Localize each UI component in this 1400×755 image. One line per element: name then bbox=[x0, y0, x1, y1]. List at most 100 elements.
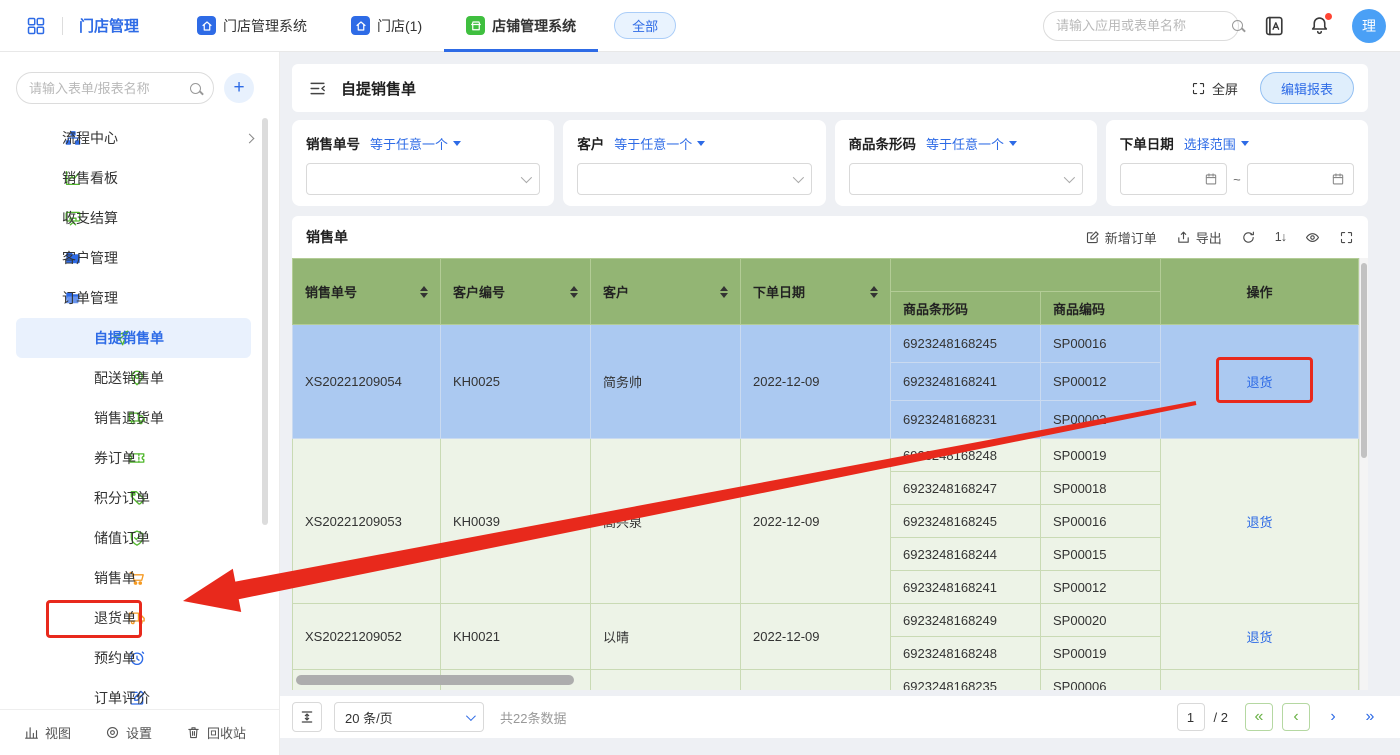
tab-shop-mgmt-system-active[interactable]: 店铺管理系统 bbox=[444, 0, 598, 52]
col-header-sku[interactable]: 商品编码 bbox=[1041, 292, 1161, 325]
views-button[interactable]: 视图 bbox=[24, 723, 71, 742]
return-goods-link[interactable]: 退货 bbox=[1246, 630, 1272, 645]
filter-operator-dropdown[interactable]: 等于任意一个 bbox=[926, 134, 1017, 153]
sidebar-item-reservation-order[interactable]: 预约单 bbox=[0, 638, 279, 678]
sidebar-item-settlement[interactable]: 收支结算 bbox=[0, 198, 279, 238]
sort-icon[interactable] bbox=[420, 286, 428, 298]
sidebar-item-stored-value-order[interactable]: 储值订单 bbox=[0, 518, 279, 558]
home-icon bbox=[197, 16, 216, 35]
cell-order-date: 2022-12-09 bbox=[741, 604, 891, 670]
search-icon bbox=[1232, 20, 1243, 31]
cell-sku: SP00016 bbox=[1041, 505, 1161, 538]
sort-order-icon[interactable]: 1↓ bbox=[1275, 230, 1286, 244]
sidebar-item-process-center[interactable]: 流程中心 bbox=[0, 118, 279, 158]
sidebar-scrollbar[interactable] bbox=[262, 118, 268, 525]
tab-store-mgmt-system[interactable]: 门店管理系统 bbox=[175, 0, 329, 52]
settings-button[interactable]: 设置 bbox=[105, 723, 152, 742]
form-search[interactable] bbox=[16, 72, 214, 104]
first-page-button[interactable]: « bbox=[1245, 703, 1273, 731]
filter-order-no-select[interactable] bbox=[306, 163, 540, 195]
current-page-input[interactable]: 1 bbox=[1177, 703, 1205, 731]
sidebar-item-delivery-sales-order[interactable]: 配送销售单 bbox=[0, 358, 279, 398]
table-fullscreen-icon[interactable] bbox=[1339, 230, 1354, 245]
calendar-icon bbox=[1204, 172, 1218, 186]
next-page-button[interactable]: › bbox=[1319, 703, 1347, 731]
table-horizontal-scrollbar[interactable] bbox=[296, 675, 574, 685]
table-vertical-scrollbar[interactable] bbox=[1359, 258, 1368, 690]
row-height-button[interactable] bbox=[292, 702, 322, 732]
cell-customer-no: KH0025 bbox=[441, 325, 591, 439]
filter-operator-dropdown[interactable]: 等于任意一个 bbox=[370, 134, 461, 153]
col-header-order-date[interactable]: 下单日期 bbox=[741, 259, 891, 325]
filter-barcode-select[interactable] bbox=[849, 163, 1083, 195]
filter-range-dropdown[interactable]: 选择范围 bbox=[1184, 134, 1249, 153]
cell-sku: SP00018 bbox=[1041, 472, 1161, 505]
topbar: 门店管理 门店管理系统 门店(1) 店铺管理系统 全部 bbox=[0, 0, 1400, 52]
address-book-icon[interactable] bbox=[1263, 15, 1285, 37]
export-button[interactable]: 导出 bbox=[1176, 228, 1222, 247]
table-row[interactable]: XS20221209054 KH0025 简务帅 2022-12-09 6923… bbox=[293, 325, 1359, 363]
add-order-button[interactable]: 新增订单 bbox=[1085, 228, 1157, 247]
date-end-input[interactable] bbox=[1247, 163, 1354, 195]
recycle-bin-button[interactable]: 回收站 bbox=[186, 723, 246, 742]
sidebar-item-pickup-sales-order[interactable]: 自提销售单 bbox=[16, 318, 251, 358]
user-avatar[interactable]: 理 bbox=[1352, 9, 1386, 43]
cell-barcode: 6923248168241 bbox=[891, 363, 1041, 401]
edit-report-button[interactable]: 编辑报表 bbox=[1260, 72, 1354, 104]
col-header-barcode[interactable]: 商品条形码 bbox=[891, 292, 1041, 325]
return-goods-link[interactable]: 退货 bbox=[1246, 515, 1272, 530]
sidebar-item-return-order[interactable]: 退货单 bbox=[0, 598, 279, 638]
global-search[interactable] bbox=[1043, 11, 1239, 41]
col-header-order-no[interactable]: 销售单号 bbox=[293, 259, 441, 325]
filter-bar: 销售单号 等于任意一个 客户 等于任意一个 商品条形码 等于任意一个 bbox=[292, 120, 1368, 206]
sidebar-item-sales-order[interactable]: 销售单 bbox=[0, 558, 279, 598]
fullscreen-button[interactable]: 全屏 bbox=[1191, 79, 1238, 98]
notification-bell-icon[interactable] bbox=[1309, 15, 1330, 36]
table-row[interactable]: XS20221209053 KH0039 高兴泉 2022-12-09 6923… bbox=[293, 439, 1359, 472]
cell-customer: 简务帅 bbox=[591, 325, 741, 439]
sort-icon[interactable] bbox=[570, 286, 578, 298]
filter-customer-select[interactable] bbox=[577, 163, 811, 195]
col-header-items-group bbox=[891, 259, 1161, 292]
page-title: 自提销售单 bbox=[341, 78, 416, 99]
tab-store-1[interactable]: 门店(1) bbox=[329, 0, 444, 52]
cell-barcode: 6923248168241 bbox=[891, 571, 1041, 604]
row-height-icon bbox=[299, 709, 315, 725]
sidebar-item-coupon-order[interactable]: 券订单 bbox=[0, 438, 279, 478]
filter-operator-dropdown[interactable]: 等于任意一个 bbox=[614, 134, 705, 153]
sort-icon[interactable] bbox=[870, 286, 878, 298]
form-search-input[interactable] bbox=[29, 81, 190, 96]
cell-order-date: 2022-12-09 bbox=[741, 439, 891, 604]
table-row[interactable]: XS20221209052 KH0021 以晴 2022-12-09 69232… bbox=[293, 604, 1359, 637]
add-form-button[interactable]: + bbox=[224, 73, 254, 103]
date-start-input[interactable] bbox=[1120, 163, 1227, 195]
sort-icon[interactable] bbox=[720, 286, 728, 298]
column-visibility-eye-icon[interactable] bbox=[1305, 230, 1320, 245]
workspace-name[interactable]: 门店管理 bbox=[79, 15, 139, 36]
all-tabs-pill[interactable]: 全部 bbox=[614, 12, 676, 39]
return-goods-link[interactable]: 退货 bbox=[1246, 375, 1272, 390]
caret-down-icon bbox=[453, 141, 461, 146]
refresh-icon[interactable] bbox=[1241, 230, 1256, 245]
cell-customer-no: KH0021 bbox=[441, 604, 591, 670]
sidebar-menu: 流程中心 销售看板 收支结算 客户管理 订单管理 自提销售单 bbox=[0, 118, 279, 718]
sidebar-item-order-mgmt[interactable]: 订单管理 bbox=[0, 278, 279, 318]
pagination-bar: 20 条/页 共22条数据 1 / 2 « ‹ › » bbox=[280, 696, 1400, 738]
cell-sku: SP00012 bbox=[1041, 363, 1161, 401]
last-page-button[interactable]: » bbox=[1356, 703, 1384, 731]
sidebar-item-points-order[interactable]: 积分订单 bbox=[0, 478, 279, 518]
prev-page-button[interactable]: ‹ bbox=[1282, 703, 1310, 731]
collapse-sidebar-icon[interactable] bbox=[308, 79, 327, 98]
sidebar-item-sales-board[interactable]: 销售看板 bbox=[0, 158, 279, 198]
col-header-customer-no[interactable]: 客户编号 bbox=[441, 259, 591, 325]
page-size-select[interactable]: 20 条/页 bbox=[334, 702, 484, 732]
col-header-customer[interactable]: 客户 bbox=[591, 259, 741, 325]
notification-badge bbox=[1325, 13, 1332, 20]
sidebar-item-customer-mgmt[interactable]: 客户管理 bbox=[0, 238, 279, 278]
sidebar-item-sales-return-order[interactable]: 销售退货单 bbox=[0, 398, 279, 438]
global-search-input[interactable] bbox=[1056, 18, 1232, 33]
scrollbar-thumb[interactable] bbox=[1361, 263, 1367, 458]
main-area: 自提销售单 全屏 编辑报表 销售单号 等于任意一个 客户 等于 bbox=[280, 52, 1400, 755]
export-icon bbox=[1176, 230, 1191, 245]
apps-grid-icon[interactable] bbox=[26, 16, 46, 36]
